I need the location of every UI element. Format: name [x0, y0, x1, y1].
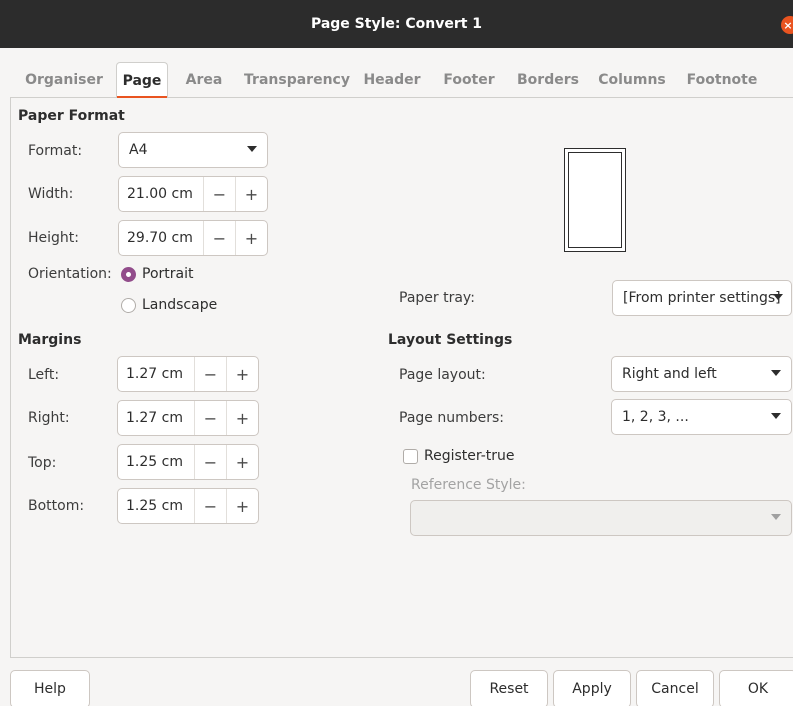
- chevron-down-icon: [247, 146, 257, 152]
- left-margin-spinner[interactable]: 1.27 cm − +: [117, 356, 259, 392]
- register-true-label: Register-true: [424, 448, 515, 464]
- ok-button[interactable]: OK: [719, 670, 793, 706]
- tab-organiser[interactable]: Organiser: [14, 62, 114, 98]
- page-layout-value: Right and left: [622, 366, 717, 382]
- page-layout-dropdown[interactable]: Right and left: [611, 356, 792, 392]
- tab-area[interactable]: Area: [178, 62, 230, 98]
- help-button[interactable]: Help: [10, 670, 90, 706]
- tab-header[interactable]: Header: [360, 62, 424, 98]
- width-decrement-button[interactable]: −: [203, 177, 235, 211]
- portrait-label: Portrait: [142, 266, 194, 282]
- height-decrement-button[interactable]: −: [203, 221, 235, 255]
- top-margin-decrement-button[interactable]: −: [194, 445, 226, 479]
- height-spinner[interactable]: 29.70 cm − +: [118, 220, 268, 256]
- format-label: Format:: [28, 143, 83, 159]
- right-margin-label: Right:: [28, 410, 70, 426]
- layout-settings-heading: Layout Settings: [388, 332, 513, 348]
- page-layout-label: Page layout:: [399, 367, 486, 383]
- width-spinner[interactable]: 21.00 cm − +: [118, 176, 268, 212]
- portrait-radio[interactable]: Portrait: [121, 266, 193, 282]
- tab-bar: Organiser Page Area Transparency Header …: [10, 58, 793, 99]
- radio-checked-icon: [121, 266, 136, 282]
- chevron-down-icon: [771, 413, 781, 419]
- chevron-down-icon: [773, 294, 783, 300]
- reference-style-label: Reference Style:: [411, 477, 526, 493]
- paper-format-heading: Paper Format: [18, 108, 125, 124]
- cancel-button[interactable]: Cancel: [636, 670, 714, 706]
- chevron-down-icon: [771, 370, 781, 376]
- height-label: Height:: [28, 230, 79, 246]
- height-increment-button[interactable]: +: [235, 221, 267, 255]
- page-numbers-label: Page numbers:: [399, 410, 504, 426]
- radio-unchecked-icon: [121, 297, 136, 313]
- tab-borders[interactable]: Borders: [514, 62, 582, 98]
- tab-footnote[interactable]: Footnote: [682, 62, 762, 98]
- format-value: A4: [129, 142, 148, 158]
- bottom-margin-field[interactable]: 1.25 cm: [118, 489, 194, 523]
- register-true-checkbox[interactable]: Register-true: [403, 448, 515, 464]
- tab-footer[interactable]: Footer: [438, 62, 500, 98]
- paper-tray-dropdown[interactable]: [From printer settings]: [612, 280, 792, 316]
- close-icon[interactable]: ×: [781, 16, 793, 34]
- tab-transparency[interactable]: Transparency: [242, 62, 352, 98]
- bottom-margin-decrement-button[interactable]: −: [194, 489, 226, 523]
- title-bar: Page Style: Convert 1 ×: [0, 0, 793, 48]
- top-margin-spinner[interactable]: 1.25 cm − +: [117, 444, 259, 480]
- landscape-label: Landscape: [142, 297, 218, 313]
- page-tab-panel: Paper Format Format: A4 Width: 21.00 cm …: [10, 98, 793, 658]
- right-margin-increment-button[interactable]: +: [226, 401, 258, 435]
- tab-page[interactable]: Page: [116, 62, 168, 99]
- right-margin-decrement-button[interactable]: −: [194, 401, 226, 435]
- left-margin-increment-button[interactable]: +: [226, 357, 258, 391]
- format-dropdown[interactable]: A4: [118, 132, 268, 168]
- apply-button[interactable]: Apply: [553, 670, 631, 706]
- page-numbers-value: 1, 2, 3, ...: [622, 409, 689, 425]
- right-margin-field[interactable]: 1.27 cm: [118, 401, 194, 435]
- paper-tray-value: [From printer settings]: [623, 290, 781, 306]
- top-margin-increment-button[interactable]: +: [226, 445, 258, 479]
- reference-style-dropdown: [410, 500, 792, 536]
- bottom-margin-increment-button[interactable]: +: [226, 489, 258, 523]
- paper-tray-label: Paper tray:: [399, 290, 475, 306]
- width-field[interactable]: 21.00 cm: [119, 177, 203, 211]
- width-label: Width:: [28, 186, 74, 202]
- checkbox-unchecked-icon: [403, 448, 418, 464]
- right-margin-spinner[interactable]: 1.27 cm − +: [117, 400, 259, 436]
- page-preview-margins: [568, 152, 622, 248]
- left-margin-decrement-button[interactable]: −: [194, 357, 226, 391]
- chevron-down-icon: [771, 514, 781, 520]
- left-margin-field[interactable]: 1.27 cm: [118, 357, 194, 391]
- tab-columns[interactable]: Columns: [596, 62, 668, 98]
- page-numbers-dropdown[interactable]: 1, 2, 3, ...: [611, 399, 792, 435]
- window-title: Page Style: Convert 1: [310, 16, 483, 32]
- bottom-margin-spinner[interactable]: 1.25 cm − +: [117, 488, 259, 524]
- margins-heading: Margins: [18, 332, 82, 348]
- top-margin-field[interactable]: 1.25 cm: [118, 445, 194, 479]
- bottom-margin-label: Bottom:: [28, 498, 85, 514]
- page-preview: [564, 148, 626, 252]
- left-margin-label: Left:: [28, 367, 60, 383]
- reset-button[interactable]: Reset: [470, 670, 548, 706]
- orientation-label: Orientation:: [28, 266, 112, 282]
- height-field[interactable]: 29.70 cm: [119, 221, 203, 255]
- width-increment-button[interactable]: +: [235, 177, 267, 211]
- top-margin-label: Top:: [28, 455, 57, 471]
- landscape-radio[interactable]: Landscape: [121, 297, 217, 313]
